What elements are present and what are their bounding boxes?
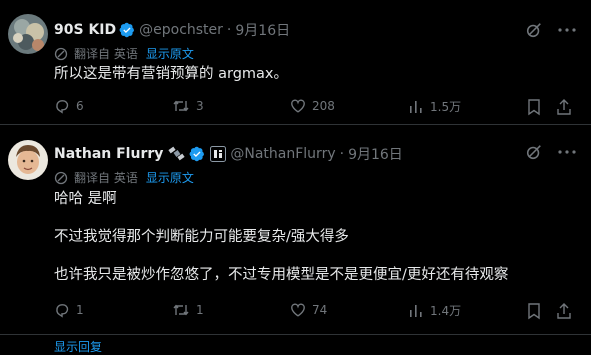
views-icon: [410, 100, 422, 113]
like-count: 74: [312, 303, 328, 317]
translation-row: 翻译自 英语 显示原文: [54, 169, 194, 186]
tweet-text-line: 也许我只是被炒作忽悠了，不过专用模型是不是更便宜/更好还有待观察: [54, 267, 509, 283]
translation-row: 翻译自 英语 显示原文: [54, 45, 194, 62]
action-bar: 1 1 74 1.4万: [54, 302, 584, 322]
translate-icon: [54, 171, 68, 184]
view-count: 1.5万: [430, 100, 462, 114]
show-original-link[interactable]: 显示原文: [146, 169, 194, 186]
like-button[interactable]: 208: [290, 98, 335, 114]
dot-separator: ·: [339, 146, 345, 162]
tweet-text-line: 哈哈 是啊: [54, 191, 117, 207]
verified-badge-icon: [119, 22, 135, 38]
bookmark-button[interactable]: [526, 98, 548, 116]
translated-from-label: 翻译自 英语: [74, 171, 138, 185]
tweet-2[interactable]: Nathan Flurry @NathanFlurry · 9月16日 翻译自 …: [0, 124, 591, 334]
timestamp[interactable]: 9月16日: [235, 20, 290, 40]
views-icon: [410, 304, 422, 317]
tweet-2-header: Nathan Flurry @NathanFlurry · 9月16日: [54, 144, 403, 164]
grok-icon[interactable]: [524, 20, 544, 40]
tweet-text-line: 不过我觉得那个判断能力可能要复杂/强大得多: [54, 229, 349, 245]
share-icon: [557, 99, 571, 115]
retweet-count: 3: [196, 99, 204, 113]
more-icon[interactable]: [556, 142, 578, 162]
reply-icon: [56, 100, 69, 114]
views-button[interactable]: 1.4万: [408, 302, 461, 319]
retweet-count: 1: [196, 303, 204, 317]
tweet-divider: [0, 334, 591, 335]
like-count: 208: [312, 99, 335, 113]
reply-icon: [56, 304, 69, 318]
like-icon: [291, 99, 305, 113]
bookmark-icon: [528, 99, 540, 116]
avatar-nathan-flurry[interactable]: [8, 140, 48, 180]
reply-button[interactable]: 6: [54, 98, 84, 114]
reply-count: 6: [76, 99, 84, 113]
share-icon: [557, 303, 571, 319]
more-icon[interactable]: [556, 20, 578, 40]
bookmark-button[interactable]: [526, 302, 548, 320]
reply-count: 1: [76, 303, 84, 317]
verified-badge-icon: [189, 146, 205, 162]
tweet-text: 哈哈 是啊 不过我觉得那个判断能力可能要复杂/强大得多 也许我只是被炒作忽悠了，…: [54, 189, 508, 285]
retweet-button[interactable]: 1: [172, 302, 204, 318]
handle[interactable]: @epochster: [139, 22, 223, 38]
show-replies-link[interactable]: 显示回复: [54, 338, 102, 355]
grok-icon[interactable]: [524, 142, 544, 162]
like-button[interactable]: 74: [290, 302, 327, 318]
tweet-text: 所以这是带有营销预算的 argmax。: [54, 64, 288, 84]
tweet-text-line: 所以这是带有营销预算的 argmax。: [54, 66, 288, 82]
translate-icon: [54, 47, 68, 60]
affiliate-badge-icon[interactable]: [210, 146, 227, 162]
share-button[interactable]: [556, 98, 578, 116]
display-name[interactable]: 90S KID: [54, 22, 116, 38]
share-button[interactable]: [556, 302, 578, 320]
satellite-emoji-icon: [168, 146, 185, 161]
dot-separator: ·: [226, 22, 232, 38]
action-bar: 6 3 208 1.5万: [54, 98, 584, 118]
bookmark-icon: [528, 303, 540, 320]
translated-from-label: 翻译自 英语: [74, 47, 138, 61]
timestamp[interactable]: 9月16日: [348, 144, 403, 164]
like-icon: [291, 303, 305, 317]
retweet-button[interactable]: 3: [172, 98, 204, 114]
retweet-icon: [173, 100, 189, 112]
tweet-1[interactable]: 90S KID @epochster · 9月16日 翻译自 英语 显示原文 所…: [0, 0, 591, 124]
reply-button[interactable]: 1: [54, 302, 84, 318]
avatar-90skid[interactable]: [8, 14, 48, 54]
show-original-link[interactable]: 显示原文: [146, 45, 194, 62]
tweet-1-header: 90S KID @epochster · 9月16日: [54, 20, 290, 40]
view-count: 1.4万: [430, 304, 462, 318]
views-button[interactable]: 1.5万: [408, 98, 461, 115]
handle[interactable]: @NathanFlurry: [230, 146, 335, 162]
retweet-icon: [173, 304, 189, 316]
display-name[interactable]: Nathan Flurry: [54, 146, 163, 162]
